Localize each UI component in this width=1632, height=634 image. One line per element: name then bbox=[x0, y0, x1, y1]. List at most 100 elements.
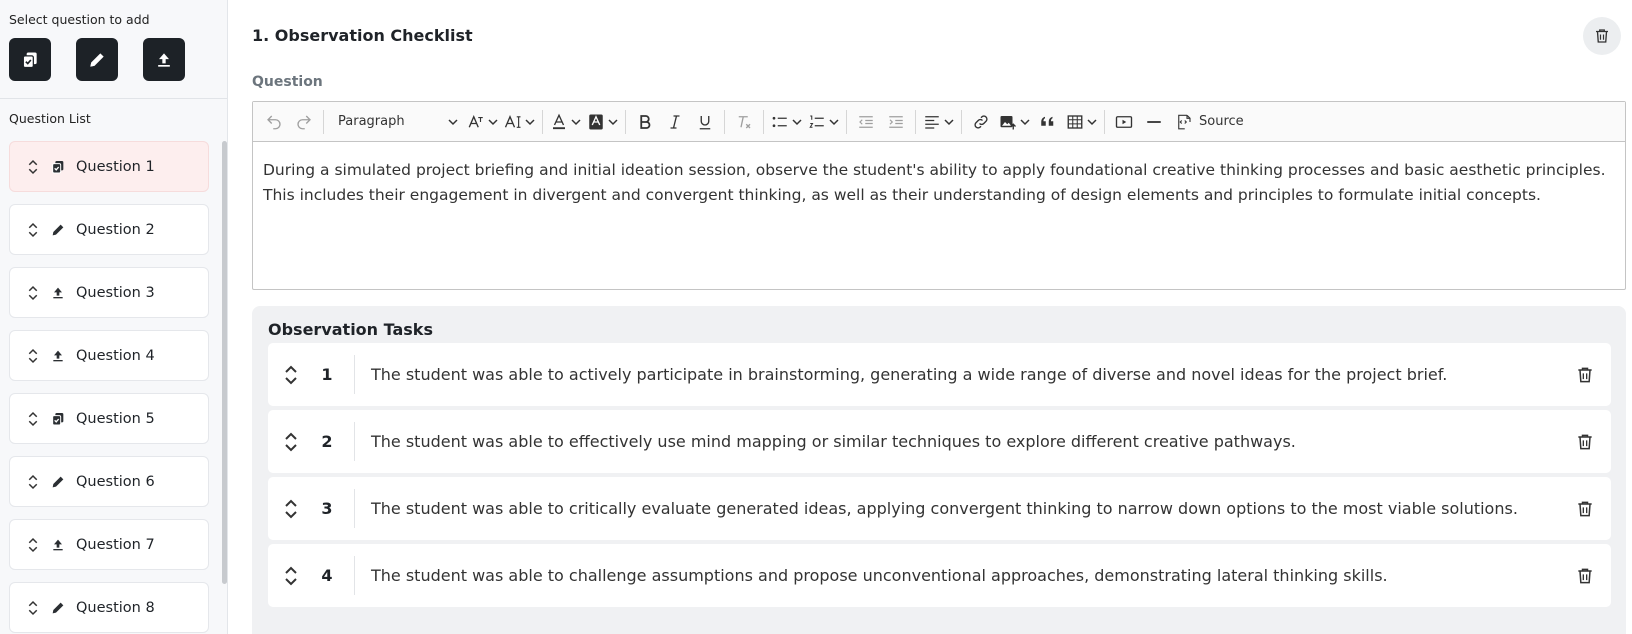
link-button[interactable] bbox=[966, 107, 996, 137]
question-list-item-5[interactable]: Question 5 bbox=[9, 393, 209, 444]
task-text[interactable]: The student was able to challenge assump… bbox=[371, 566, 1388, 585]
copy-check-icon bbox=[52, 412, 64, 425]
pencil-icon bbox=[90, 52, 104, 67]
text-align-dropdown[interactable] bbox=[920, 107, 957, 137]
toolbar-separator bbox=[542, 109, 543, 134]
task-divider bbox=[354, 489, 355, 528]
toolbar-separator bbox=[724, 109, 725, 134]
remove-format-icon bbox=[738, 115, 751, 128]
insert-table-dropdown[interactable] bbox=[1063, 107, 1100, 137]
question-list-item-label: Question 7 bbox=[76, 536, 155, 553]
question-list-item-6[interactable]: Question 6 bbox=[9, 456, 209, 507]
add-written-question-button[interactable] bbox=[76, 38, 118, 81]
bold-button[interactable] bbox=[630, 107, 660, 137]
media-icon bbox=[1115, 115, 1133, 128]
delete-question-button[interactable] bbox=[1583, 17, 1621, 55]
trash-icon[interactable] bbox=[1575, 365, 1595, 385]
trash-icon bbox=[1596, 29, 1608, 43]
block-quote-button[interactable] bbox=[1033, 107, 1063, 137]
task-text[interactable]: The student was able to critically evalu… bbox=[371, 499, 1518, 518]
reorder-handle-icon[interactable] bbox=[24, 410, 42, 428]
task-divider bbox=[354, 556, 355, 595]
insert-image-dropdown[interactable] bbox=[996, 107, 1033, 137]
editor-toolbar: Paragraph Source bbox=[253, 102, 1625, 142]
task-number: 1 bbox=[321, 365, 333, 384]
chevron-down-icon bbox=[1020, 118, 1030, 125]
reorder-handle-icon[interactable] bbox=[24, 599, 42, 617]
redo-button[interactable] bbox=[289, 107, 319, 137]
reorder-handle-icon[interactable] bbox=[24, 158, 42, 176]
task-text[interactable]: The student was able to effectively use … bbox=[371, 432, 1296, 451]
toolbar-separator bbox=[323, 109, 324, 134]
background-color-dropdown[interactable] bbox=[584, 107, 621, 137]
reorder-handle-icon[interactable] bbox=[24, 284, 42, 302]
observation-tasks-panel: Observation Tasks 1 The student was able… bbox=[252, 306, 1626, 634]
pencil-icon bbox=[52, 224, 64, 235]
trash-icon[interactable] bbox=[1575, 566, 1595, 586]
source-button[interactable]: Source bbox=[1169, 107, 1250, 137]
font-size-dropdown[interactable] bbox=[464, 107, 501, 137]
outdent-button[interactable] bbox=[851, 107, 881, 137]
reorder-handle-icon[interactable] bbox=[24, 347, 42, 365]
horizontal-line-button[interactable] bbox=[1139, 107, 1169, 137]
quote-icon bbox=[1041, 116, 1054, 126]
editor-content-area[interactable]: During a simulated project briefing and … bbox=[253, 142, 1625, 223]
underline-button[interactable] bbox=[690, 107, 720, 137]
font-family-icon bbox=[504, 114, 521, 128]
task-text[interactable]: The student was able to actively partici… bbox=[371, 365, 1447, 384]
numbered-list-dropdown[interactable] bbox=[805, 107, 842, 137]
font-color-icon bbox=[553, 113, 565, 129]
sidebar-scrollbar[interactable] bbox=[222, 141, 227, 584]
add-checklist-question-button[interactable] bbox=[9, 38, 51, 81]
chevron-down-icon bbox=[448, 118, 458, 125]
question-list-item-label: Question 2 bbox=[76, 221, 155, 238]
sidebar-divider bbox=[0, 98, 227, 99]
toolbar-separator bbox=[763, 109, 764, 134]
reorder-handle-icon[interactable] bbox=[282, 364, 300, 386]
task-row: 2 The student was able to effectively us… bbox=[268, 410, 1611, 473]
remove-format-button[interactable] bbox=[729, 107, 759, 137]
chevron-down-icon bbox=[525, 118, 535, 125]
copy-check-icon bbox=[22, 52, 37, 68]
upload-icon bbox=[53, 539, 63, 550]
bulleted-list-dropdown[interactable] bbox=[768, 107, 805, 137]
reorder-handle-icon[interactable] bbox=[24, 221, 42, 239]
chevron-down-icon bbox=[792, 118, 802, 125]
font-size-icon bbox=[468, 114, 483, 128]
chevron-down-icon bbox=[1087, 118, 1097, 125]
chevron-down-icon bbox=[608, 118, 618, 125]
task-number: 4 bbox=[321, 566, 333, 585]
question-list-item-2[interactable]: Question 2 bbox=[9, 204, 209, 255]
toolbar-separator bbox=[1104, 109, 1105, 134]
reorder-handle-icon[interactable] bbox=[24, 473, 42, 491]
copy-check-icon bbox=[52, 160, 64, 173]
question-list-item-3[interactable]: Question 3 bbox=[9, 267, 209, 318]
chevron-down-icon bbox=[944, 118, 954, 125]
select-question-label: Select question to add bbox=[9, 12, 150, 27]
paragraph-style-dropdown[interactable]: Paragraph bbox=[328, 107, 464, 137]
question-list-item-7[interactable]: Question 7 bbox=[9, 519, 209, 570]
add-upload-question-button[interactable] bbox=[143, 38, 185, 81]
reorder-handle-icon[interactable] bbox=[24, 536, 42, 554]
undo-button[interactable] bbox=[259, 107, 289, 137]
horizontal-line-icon bbox=[1147, 120, 1161, 123]
reorder-handle-icon[interactable] bbox=[282, 565, 300, 587]
trash-icon[interactable] bbox=[1575, 499, 1595, 519]
reorder-handle-icon[interactable] bbox=[282, 431, 300, 453]
font-family-dropdown[interactable] bbox=[501, 107, 538, 137]
italic-button[interactable] bbox=[660, 107, 690, 137]
upload-icon bbox=[158, 52, 170, 67]
question-list-item-4[interactable]: Question 4 bbox=[9, 330, 209, 381]
indent-button[interactable] bbox=[881, 107, 911, 137]
font-color-dropdown[interactable] bbox=[547, 107, 584, 137]
insert-media-button[interactable] bbox=[1109, 107, 1139, 137]
outdent-icon bbox=[859, 115, 873, 128]
task-number: 3 bbox=[321, 499, 333, 518]
paragraph-style-value: Paragraph bbox=[338, 114, 405, 129]
reorder-handle-icon[interactable] bbox=[282, 498, 300, 520]
trash-icon[interactable] bbox=[1575, 432, 1595, 452]
toolbar-separator bbox=[846, 109, 847, 134]
bold-icon bbox=[640, 114, 651, 129]
question-list-item-1[interactable]: Question 1 bbox=[9, 141, 209, 192]
question-list-item-8[interactable]: Question 8 bbox=[9, 582, 209, 633]
